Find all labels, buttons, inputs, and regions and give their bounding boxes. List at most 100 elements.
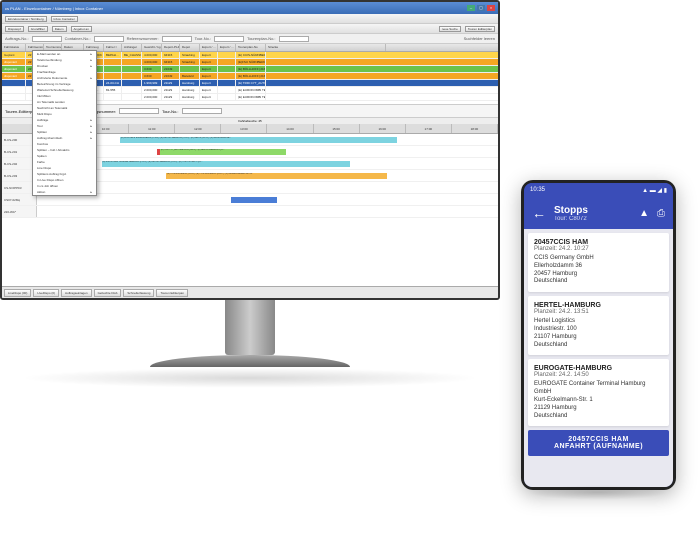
phone-subtitle: Tour: C8072: [554, 216, 631, 222]
card-line: 21107 Hamburg: [534, 334, 663, 342]
card-title: 20457CCIS HAM: [534, 239, 663, 246]
grid-col-header[interactable]: Gewicht / kg: [142, 44, 162, 51]
minimize-icon[interactable]: –: [467, 5, 475, 11]
input-ref[interactable]: [162, 36, 192, 42]
grid-col-header[interactable]: Tourenplan-No: [236, 44, 266, 51]
tab-bar: Einzelcontainer / Nürnberg Inbox Contain…: [2, 14, 498, 24]
search-bar: Auftrags-No.: Container-No.: Referenznum…: [2, 34, 498, 44]
card-line: CCIS Germany GmbH: [534, 255, 663, 263]
input-container[interactable]: [94, 36, 124, 42]
grid-col-header[interactable]: Fahrtstatus: [2, 44, 26, 51]
monitor-shadow: [20, 368, 480, 388]
grid-col-header[interactable]: Deport-PLZ: [162, 44, 180, 51]
card-title: HERTEL-HAMBURG: [534, 302, 663, 309]
action-button[interactable]: 20457CCIS HAMANFAHRT (AUFNAHME): [528, 430, 669, 456]
statusbar-tab[interactable]: Gebuchte Disb: [94, 289, 122, 297]
maximize-icon[interactable]: ▢: [477, 5, 485, 11]
close-icon[interactable]: ×: [487, 5, 495, 11]
stop-card[interactable]: HERTEL-HAMBURGPlanzeit: 24.2. 13:51 Herte…: [528, 296, 669, 355]
grid-col-header[interactable]: Export / …: [218, 44, 236, 51]
gantt-time-label: 13:00: [221, 124, 267, 133]
card-subtitle: Planzeit: 24.2. 14:50: [534, 372, 663, 378]
btn-datum[interactable]: Datum: [52, 26, 67, 32]
gantt-bar[interactable]: (E) TRID CYT_AUTOMATISCH [24457] - (E) H…: [157, 149, 286, 155]
stop-card[interactable]: 20457CCIS HAMPlanzeit: 24.2. 10:27 CCIS G…: [528, 233, 669, 292]
desktop-monitor: cs PLAN - Einzelcontainer / Nürnberg | I…: [0, 0, 500, 380]
gantt-row: 220-WA*: [2, 206, 498, 218]
btn-neue-suche[interactable]: neue Suche: [439, 26, 461, 32]
phone-status-icons: ▲ ▬ ◢ ▮: [642, 187, 667, 194]
lbl-auftrag: Auftrags-No.:: [5, 36, 29, 41]
phone-time: 10:35: [530, 187, 545, 193]
window-title: cs PLAN - Einzelcontainer / Nürnberg | I…: [5, 6, 467, 11]
tab-inbox[interactable]: Inbox Container: [51, 16, 78, 22]
card-line: Deutschland: [534, 413, 663, 421]
phone-header: ← Stopps Tour: C8072 ▲ ⎙: [524, 197, 673, 229]
input-filter-auftrag[interactable]: [119, 108, 159, 114]
statusbar-tab[interactable]: LiveDispo (00): [4, 289, 31, 297]
grid-col-header[interactable]: Depot: [180, 44, 200, 51]
phone-statusbar: 10:35 ▲ ▬ ◢ ▮: [524, 183, 673, 197]
phone-body[interactable]: 20457CCIS HAMPlanzeit: 24.2. 10:27 CCIS G…: [524, 229, 673, 487]
grid-col-header[interactable]: Export / …: [200, 44, 218, 51]
phone-shadow: [528, 485, 668, 500]
gantt-bar[interactable]: (E) CCIS-NÜRNBERG [94315] - (E) CCIS-NÜR…: [166, 173, 387, 179]
gantt-time-label: 11:00: [129, 124, 175, 133]
phone-title: Stopps: [554, 205, 631, 216]
card-line: Deutschland: [534, 278, 663, 286]
statusbar-tab[interactable]: Touren Editierpan: [156, 289, 188, 297]
card-line: 21129 Hamburg: [534, 405, 663, 413]
gantt-bar[interactable]: (E) EUROGATE BREMERHAFEN [27568] - (E) H…: [120, 137, 397, 143]
card-subtitle: Planzeit: 24.2. 10:27: [534, 246, 663, 252]
back-arrow-icon[interactable]: ←: [532, 205, 546, 221]
input-plan[interactable]: [279, 36, 309, 42]
gantt-time-label: 17:00: [406, 124, 452, 133]
input-auftrag[interactable]: [32, 36, 62, 42]
gantt-time-label: 15:00: [314, 124, 360, 133]
navigate-icon[interactable]: ▲: [639, 208, 649, 219]
lbl-container: Container-No.:: [65, 36, 91, 41]
monitor-stand: [225, 300, 275, 355]
context-menu: E-Mail senden anTelefonverbindungDrucken…: [32, 50, 97, 196]
statusbar-tab[interactable]: LiveDispo (0): [33, 289, 59, 297]
card-line: Hertel Logistics: [534, 318, 663, 326]
phone-screen: 10:35 ▲ ▬ ◢ ▮ ← Stopps Tour: C8072 ▲ ⎙ 2…: [524, 183, 673, 487]
card-line: EUROGATE Container Terminal Hamburg GmbH: [534, 381, 663, 397]
card-line: Ellerholzdamm 36: [534, 263, 663, 271]
input-tour[interactable]: [214, 36, 244, 42]
gantt-bar[interactable]: (E) EUROKOMBI TERMINAL HAMBURG [21129] -…: [102, 161, 351, 167]
statusbar-tab[interactable]: Schnellerfassung: [123, 289, 154, 297]
lbl-plan: Tourenplan-No.:: [247, 36, 275, 41]
statusbar-tab[interactable]: Auftragseinlagen: [61, 289, 92, 297]
print-icon[interactable]: ⎙: [657, 208, 665, 219]
lbl-tour: Tour-No.:: [195, 36, 211, 41]
btn-dispotopf[interactable]: Dispotopf: [5, 26, 24, 32]
tab-einzelcontainer[interactable]: Einzelcontainer / Nürnberg: [5, 16, 47, 22]
grid-col-header[interactable]: Fahrer I: [104, 44, 122, 51]
btn-angebot[interactable]: Angebot an: [71, 26, 92, 32]
card-subtitle: Planzeit: 24.2. 13:51: [534, 309, 663, 315]
gantt-time-label: 14:00: [267, 124, 313, 133]
lbl-ref: Referenznummer:: [127, 36, 159, 41]
grid-col-header[interactable]: Anhänger: [122, 44, 142, 51]
stop-card[interactable]: EUROGATE-HAMBURGPlanzeit: 24.2. 14:50 EUR…: [528, 359, 669, 426]
gantt-bar[interactable]: [231, 197, 277, 203]
btn-grundfilter[interactable]: Grundfilter: [28, 26, 48, 32]
card-line: 20457 Hamburg: [534, 271, 663, 279]
status-bar: LiveDispo (00)LiveDispo (0)Auftragseinla…: [2, 286, 498, 298]
card-line: Deutschland: [534, 342, 663, 350]
monitor-base: [150, 355, 350, 367]
grid-col-header[interactable]: Strecke: [266, 44, 386, 51]
gantt-row-label: 220-WA*: [2, 206, 37, 217]
gantt-time-label: 12:00: [175, 124, 221, 133]
mobile-phone: 10:35 ▲ ▬ ◢ ▮ ← Stopps Tour: C8072 ▲ ⎙ 2…: [521, 180, 676, 490]
toolbar-main: Dispotopf Grundfilter Datum Angebot an n…: [2, 24, 498, 34]
input-filter-tour[interactable]: [182, 108, 222, 114]
btn-touren-editierplan[interactable]: Touren Editierplan: [465, 26, 495, 32]
lbl-filter-tour: Tour-No.:: [162, 109, 178, 114]
btn-clear-search[interactable]: Suchfelder leeren: [464, 36, 495, 41]
context-menu-item[interactable]: Aktion: [33, 189, 96, 195]
gantt-time-label: 16:00: [360, 124, 406, 133]
card-line: Industriestr. 100: [534, 326, 663, 334]
card-title: EUROGATE-HAMBURG: [534, 365, 663, 372]
